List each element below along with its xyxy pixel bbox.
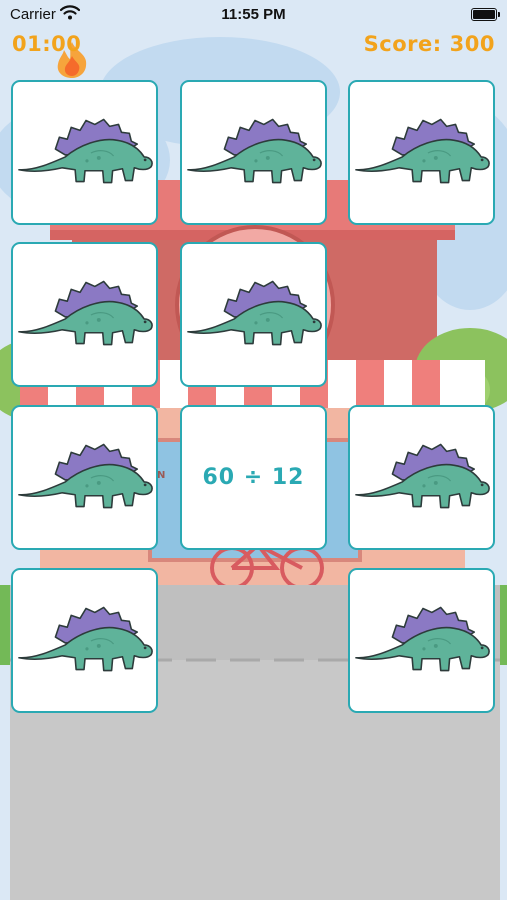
memory-card-7[interactable] bbox=[11, 405, 158, 550]
memory-card-5[interactable] bbox=[180, 242, 327, 387]
stegosaurus-icon bbox=[353, 113, 491, 193]
stegosaurus-icon bbox=[353, 438, 491, 518]
stegosaurus-icon bbox=[185, 113, 323, 193]
score-label: Score: bbox=[363, 32, 442, 56]
stegosaurus-icon bbox=[16, 275, 154, 355]
stegosaurus-icon bbox=[16, 601, 154, 681]
shop-sign-fragment: N bbox=[157, 470, 166, 481]
memory-card-9[interactable] bbox=[348, 405, 495, 550]
stegosaurus-icon bbox=[16, 438, 154, 518]
memory-card-8-revealed[interactable]: 60 ÷ 12 bbox=[180, 405, 327, 550]
memory-card-4[interactable] bbox=[11, 242, 158, 387]
memory-card-12[interactable] bbox=[348, 568, 495, 713]
memory-card-10[interactable] bbox=[11, 568, 158, 713]
stegosaurus-icon bbox=[353, 601, 491, 681]
score-value: 300 bbox=[449, 32, 495, 56]
battery-icon bbox=[471, 8, 500, 21]
memory-card-2[interactable] bbox=[180, 80, 327, 225]
timer: 01:00 bbox=[12, 32, 82, 56]
memory-card-3[interactable] bbox=[348, 80, 495, 225]
stegosaurus-icon bbox=[16, 113, 154, 193]
score-display: Score: 300 bbox=[364, 32, 495, 56]
status-bar: Carrier 11:55 PM bbox=[0, 0, 507, 28]
memory-card-1[interactable] bbox=[11, 80, 158, 225]
card-expression: 60 ÷ 12 bbox=[202, 465, 305, 490]
stegosaurus-icon bbox=[185, 275, 323, 355]
status-time: 11:55 PM bbox=[221, 6, 286, 23]
